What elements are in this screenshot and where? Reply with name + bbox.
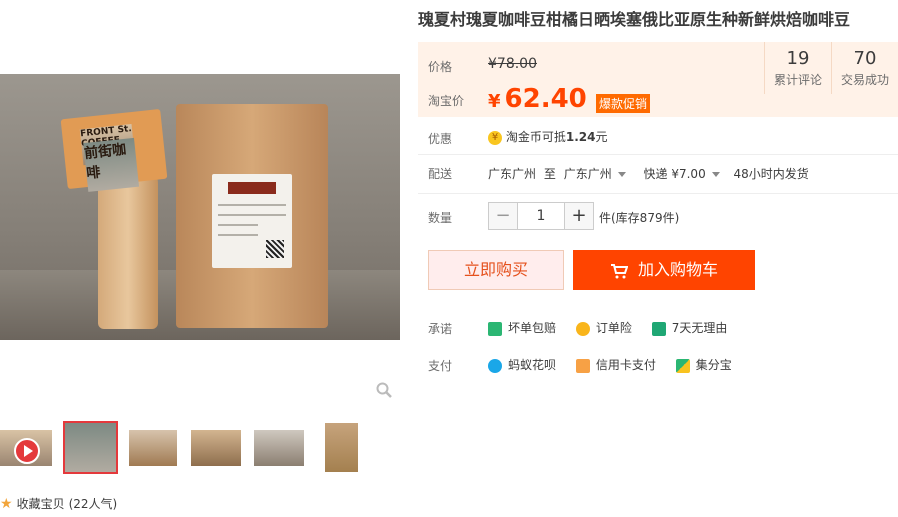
thumbnail[interactable] [325, 423, 358, 472]
current-price: ¥62.40 [488, 84, 587, 114]
shipping-row: 配送 广东广州 至 广东广州 快递 ¥7.00 48小时内发货 [418, 165, 898, 185]
bag-label-line [218, 214, 286, 216]
cart-icon [610, 263, 629, 278]
quantity-row: 数量 − 1 + 件(库存879件) [418, 202, 898, 230]
collect-label: 收藏宝贝 [16, 497, 65, 511]
ship-method-select[interactable]: 快递 ¥7.00 [644, 167, 720, 181]
star-icon: ★ [0, 495, 13, 512]
stat-label: 累计评论 [773, 73, 822, 87]
promise-text: 坏单包赔 [508, 321, 557, 335]
bag-label-line [218, 224, 258, 226]
chevron-down-icon [617, 172, 626, 177]
stock-text: 件(库存879件) [599, 211, 680, 225]
payment-item[interactable]: 信用卡支付 [575, 356, 656, 373]
stat-label: 交易成功 [840, 73, 889, 87]
stat-sales: 70 交易成功 [831, 42, 898, 94]
ship-time: 48小时内发货 [733, 167, 809, 181]
stat-reviews[interactable]: 19 累计评论 [764, 42, 831, 94]
promise-label: 承诺 [428, 322, 453, 336]
insurance-icon [575, 321, 590, 336]
bag-label-logo [228, 182, 276, 194]
product-main-image[interactable]: FRONT St. COFFEE 前街咖啡 [0, 74, 400, 340]
collect-count: (22人气) [68, 497, 118, 511]
product-title: 瑰夏村瑰夏咖啡豆柑橘日晒埃塞俄比亚原生种新鲜烘焙咖啡豆 [418, 10, 851, 29]
youhui-row: 优惠 ¥ 淘金币可抵1.24元 [418, 128, 898, 148]
thumbnail[interactable] [129, 430, 177, 466]
chevron-down-icon [711, 172, 720, 177]
stat-number: 19 [786, 48, 810, 69]
thumbnail-video[interactable] [0, 430, 52, 466]
payment-text: 集分宝 [695, 358, 732, 372]
payment-row: 支付 蚂蚁花呗 信用卡支付 集分宝 [418, 357, 898, 375]
bag-label-line [218, 234, 258, 236]
promise-text: 7天无理由 [671, 321, 728, 335]
payment-items: 蚂蚁花呗 信用卡支付 集分宝 [488, 356, 748, 373]
divider [418, 193, 898, 194]
collect-item[interactable]: ★ 收藏宝贝 (22人气) [0, 495, 117, 512]
shipping-label: 配送 [428, 167, 453, 181]
decrease-button[interactable]: − [488, 202, 518, 230]
promise-row: 承诺 坏单包赔 订单险 7天无理由 [418, 320, 898, 338]
payment-item[interactable]: 集分宝 [675, 356, 732, 373]
tb-price-label: 淘宝价 [428, 94, 465, 108]
ship-method: 快递 ¥7.00 [643, 167, 706, 181]
quantity-label: 数量 [428, 211, 453, 225]
huabei-icon [488, 358, 502, 373]
youhui-label: 优惠 [428, 132, 453, 146]
bag-label-line [218, 204, 286, 206]
add-to-cart-button[interactable]: 加入购物车 [573, 250, 755, 290]
credit-card-icon [575, 358, 590, 373]
bag-label [212, 174, 292, 268]
ship-to-word: 至 [543, 167, 556, 181]
promise-items: 坏单包赔 订单险 7天无理由 [488, 319, 743, 336]
increase-button[interactable]: + [564, 202, 594, 230]
youhui-amount: 1.24 [565, 130, 596, 144]
original-price: ¥78.00 [488, 56, 537, 72]
quantity-input[interactable]: 1 [518, 202, 564, 230]
payment-text: 蚂蚁花呗 [508, 358, 557, 372]
promo-badge: 爆款促销 [596, 94, 651, 113]
current-price-value: 62.40 [504, 84, 587, 114]
youhui-content: ¥ 淘金币可抵1.24元 [488, 128, 607, 145]
price-label: 价格 [428, 60, 453, 74]
shield-icon [488, 321, 502, 336]
divider [418, 154, 898, 155]
image-coffee-bag [176, 104, 328, 328]
currency-symbol: ¥ [488, 91, 501, 112]
promise-text: 订单险 [595, 321, 632, 335]
price-box: 价格 ¥78.00 淘宝价 ¥62.40 爆款促销 19 累计评论 70 交易成… [418, 42, 898, 117]
youhui-unit: 元 [595, 130, 608, 144]
promise-item[interactable]: 订单险 [575, 319, 632, 336]
thumbnail[interactable] [254, 430, 304, 466]
quantity-stepper: − 1 + [488, 202, 594, 230]
ship-from: 广东广州 [488, 167, 537, 181]
ship-to: 广东广州 [563, 167, 612, 181]
payment-text: 信用卡支付 [595, 358, 656, 372]
ship-to-select[interactable]: 广东广州 [564, 167, 626, 181]
image-sign: FRONT St. COFFEE 前街咖啡 [60, 108, 168, 192]
buy-now-button[interactable]: 立即购买 [428, 250, 564, 290]
add-cart-label: 加入购物车 [637, 260, 718, 279]
jifenbao-icon [675, 358, 690, 373]
seven-days-icon [651, 321, 666, 336]
promise-item[interactable]: 坏单包赔 [488, 319, 556, 336]
thumbnail-selected[interactable] [63, 421, 118, 474]
stat-number: 70 [853, 48, 877, 69]
youhui-text: 淘金币可抵 [505, 130, 566, 144]
promise-item[interactable]: 7天无理由 [651, 319, 728, 336]
payment-label: 支付 [428, 359, 453, 373]
thumbnail[interactable] [191, 430, 241, 466]
stats: 19 累计评论 70 交易成功 [764, 42, 898, 94]
coin-icon: ¥ [488, 130, 502, 145]
zoom-icon[interactable] [376, 382, 392, 398]
sign-text-2: 前街咖啡 [83, 137, 140, 192]
qr-code [266, 240, 284, 258]
payment-item[interactable]: 蚂蚁花呗 [488, 356, 556, 373]
shipping-content: 广东广州 至 广东广州 快递 ¥7.00 48小时内发货 [488, 165, 809, 182]
play-icon[interactable] [14, 438, 40, 464]
